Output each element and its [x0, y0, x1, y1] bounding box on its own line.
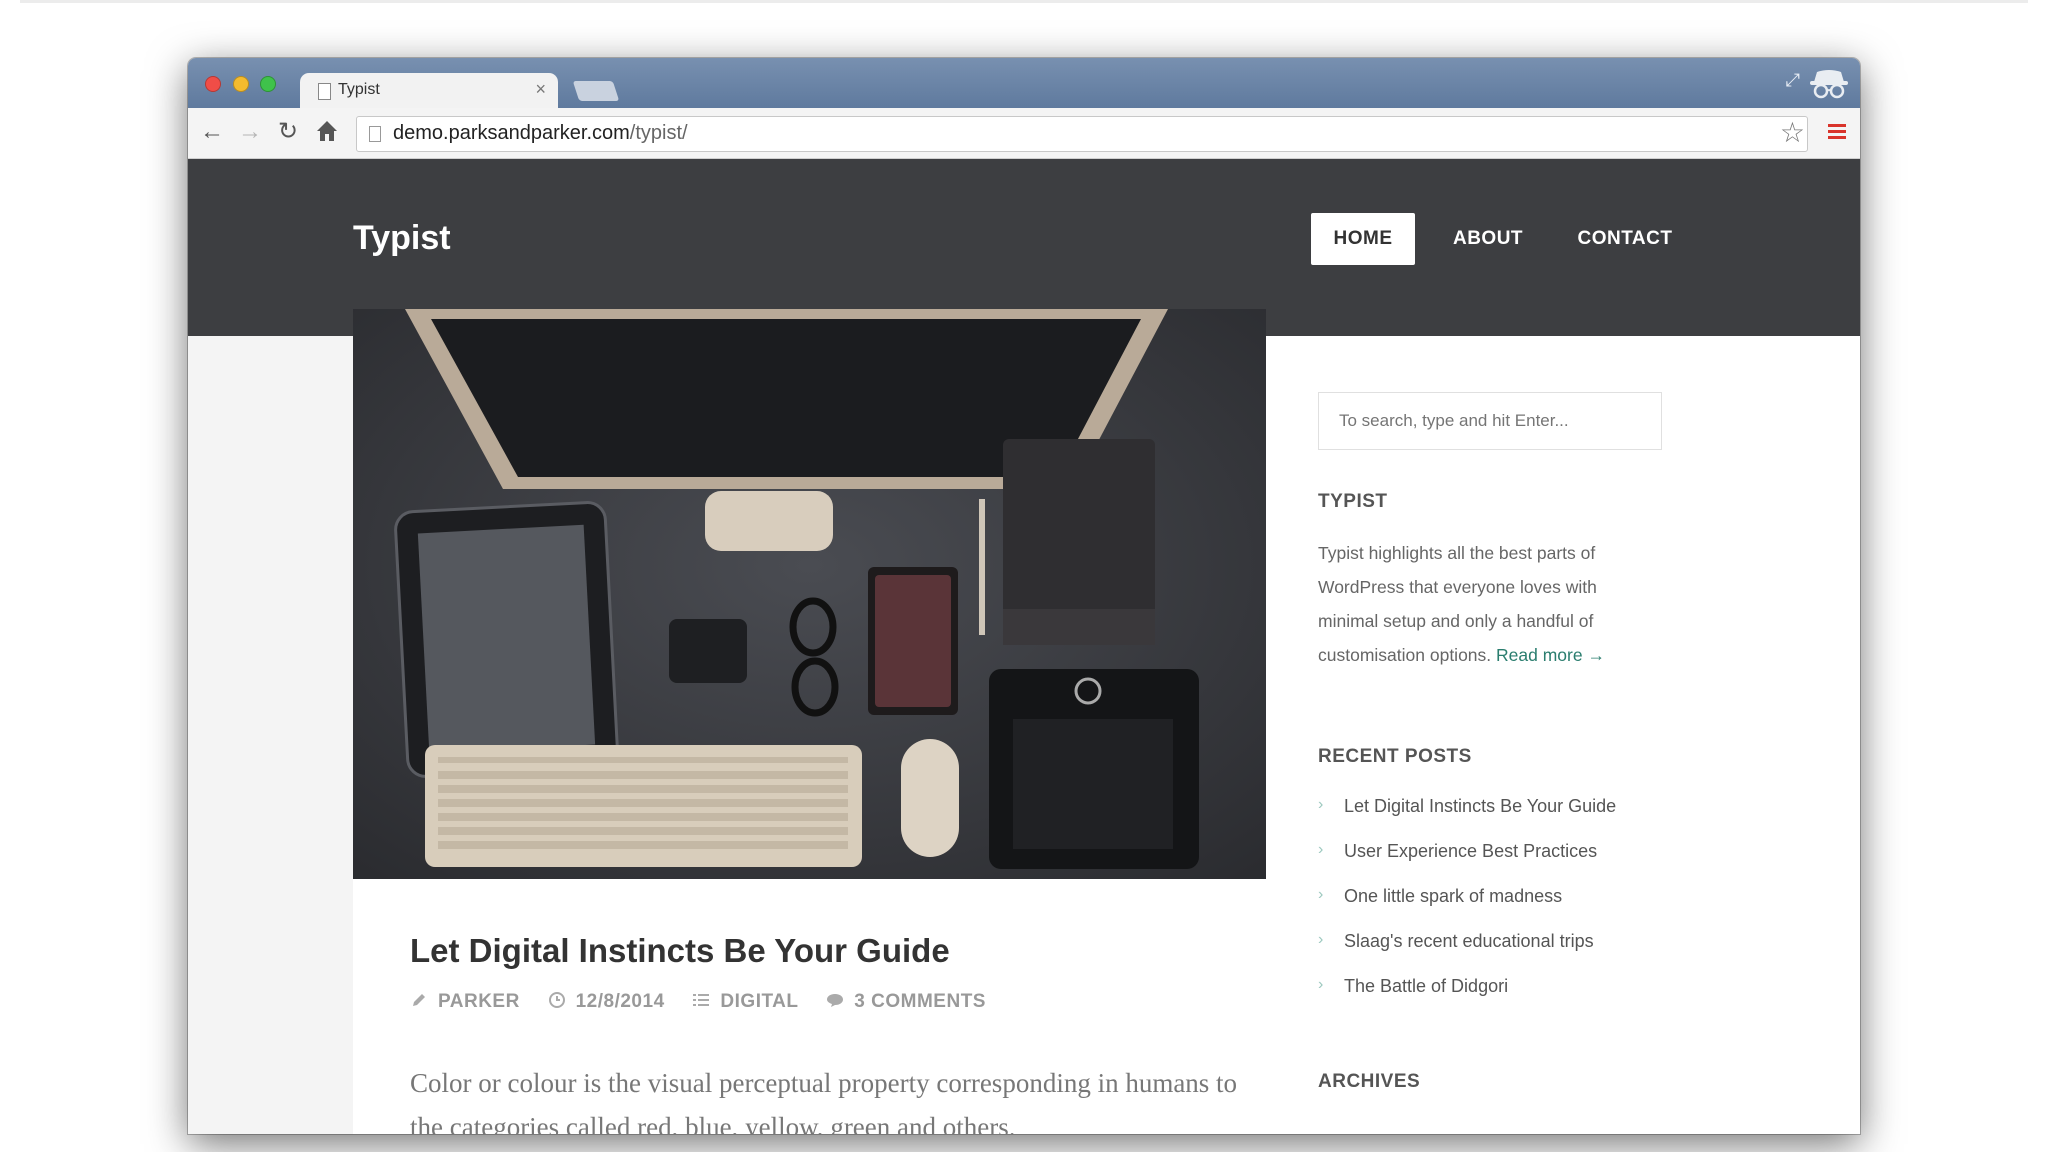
- close-window-button[interactable]: [205, 76, 221, 92]
- url-path: /typist/: [629, 122, 688, 144]
- tab-close-icon[interactable]: ×: [535, 79, 546, 100]
- post-comments[interactable]: 3 COMMENTS: [826, 991, 986, 1013]
- recent-post-item[interactable]: › Let Digital Instincts Be Your Guide: [1318, 796, 1798, 841]
- recent-post-link[interactable]: Slaag's recent educational trips: [1344, 931, 1594, 951]
- chevron-right-icon: ›: [1318, 796, 1324, 813]
- post-title[interactable]: Let Digital Instincts Be Your Guide: [410, 932, 950, 970]
- search-input[interactable]: [1318, 392, 1662, 450]
- nav-home[interactable]: HOME: [1311, 213, 1415, 265]
- post-date: 12/8/2014: [548, 991, 665, 1013]
- browser-window: Typist × ⤢ ← → ↻ demo.parksandparker.com…: [188, 58, 1860, 1134]
- chevron-right-icon: ›: [1318, 841, 1324, 858]
- minimize-window-button[interactable]: [233, 76, 249, 92]
- clock-icon: [548, 992, 565, 1008]
- sidebar: TYPIST Typist highlights all the best pa…: [1266, 336, 1860, 1134]
- archives-title: ARCHIVES: [1318, 1071, 1421, 1092]
- read-more-link[interactable]: Read more →: [1496, 645, 1605, 665]
- browser-toolbar: ← → ↻ demo.parksandparker.com/typist/ ☆: [188, 108, 1860, 159]
- post-excerpt: Color or colour is the visual perceptual…: [410, 1068, 1238, 1134]
- recent-post-item[interactable]: › Slaag's recent educational trips: [1318, 931, 1798, 976]
- reload-icon[interactable]: ↻: [278, 118, 298, 146]
- recent-post-link[interactable]: One little spark of madness: [1344, 886, 1562, 906]
- fullscreen-icon[interactable]: ⤢: [1786, 70, 1800, 91]
- browser-tab[interactable]: Typist ×: [300, 73, 558, 109]
- chevron-right-icon: ›: [1318, 931, 1324, 948]
- nav-contact[interactable]: CONTACT: [1560, 213, 1690, 265]
- url-text[interactable]: demo.parksandparker.com/typist/: [393, 122, 688, 145]
- chevron-right-icon: ›: [1318, 976, 1324, 993]
- bookmark-star-icon[interactable]: ☆: [1780, 117, 1805, 149]
- url-host: demo.parksandparker.com: [393, 122, 630, 144]
- address-bar[interactable]: demo.parksandparker.com/typist/ ☆: [356, 116, 1808, 152]
- about-widget-title: TYPIST: [1318, 491, 1388, 512]
- browser-titlebar: Typist × ⤢: [188, 58, 1860, 109]
- post-category-label: DIGITAL: [720, 991, 799, 1012]
- home-icon[interactable]: [315, 118, 339, 144]
- nav-about[interactable]: ABOUT: [1438, 213, 1538, 265]
- recent-post-link[interactable]: User Experience Best Practices: [1344, 841, 1597, 861]
- post-date-label: 12/8/2014: [575, 991, 665, 1012]
- recent-posts-list: › Let Digital Instincts Be Your Guide › Us…: [1318, 796, 1798, 1021]
- pencil-icon: [413, 994, 425, 1006]
- post-author-label: PARKER: [438, 991, 520, 1012]
- page-icon: [318, 83, 331, 100]
- screen-top-edge: [20, 0, 2028, 3]
- featured-image[interactable]: [353, 309, 1266, 879]
- forward-arrow-icon[interactable]: →: [238, 118, 262, 146]
- zoom-window-button[interactable]: [260, 76, 276, 92]
- post-category[interactable]: DIGITAL: [692, 991, 798, 1013]
- post-author[interactable]: PARKER: [410, 991, 520, 1013]
- about-widget-text: Typist highlights all the best parts of …: [1318, 536, 1648, 672]
- post-meta: PARKER 12/8/2014 DIGITAL 3 COMMENTS: [410, 991, 1008, 1013]
- post-comments-label: 3 COMMENTS: [854, 991, 986, 1012]
- site-title[interactable]: Typist: [353, 219, 451, 258]
- recent-post-item[interactable]: › User Experience Best Practices: [1318, 841, 1798, 886]
- page-icon: [369, 126, 381, 142]
- back-arrow-icon[interactable]: ←: [200, 118, 224, 146]
- incognito-icon: [1810, 70, 1848, 99]
- comment-bubble-icon: [827, 994, 844, 1007]
- hamburger-menu-icon[interactable]: [1828, 124, 1846, 140]
- recent-post-item[interactable]: › One little spark of madness: [1318, 886, 1798, 931]
- recent-post-link[interactable]: Let Digital Instincts Be Your Guide: [1344, 796, 1616, 816]
- list-icon: [693, 994, 710, 1006]
- recent-post-item[interactable]: › The Battle of Didgori: [1318, 976, 1798, 1021]
- recent-post-link[interactable]: The Battle of Didgori: [1344, 976, 1508, 996]
- chevron-right-icon: ›: [1318, 886, 1324, 903]
- post-card: Let Digital Instincts Be Your Guide PARK…: [353, 309, 1266, 1134]
- new-tab-button[interactable]: [572, 81, 620, 101]
- page-viewport: Typist HOME ABOUT CONTACT Let Digital In…: [188, 159, 1860, 1134]
- recent-posts-title: RECENT POSTS: [1318, 746, 1472, 767]
- tab-title: Typist: [338, 81, 380, 98]
